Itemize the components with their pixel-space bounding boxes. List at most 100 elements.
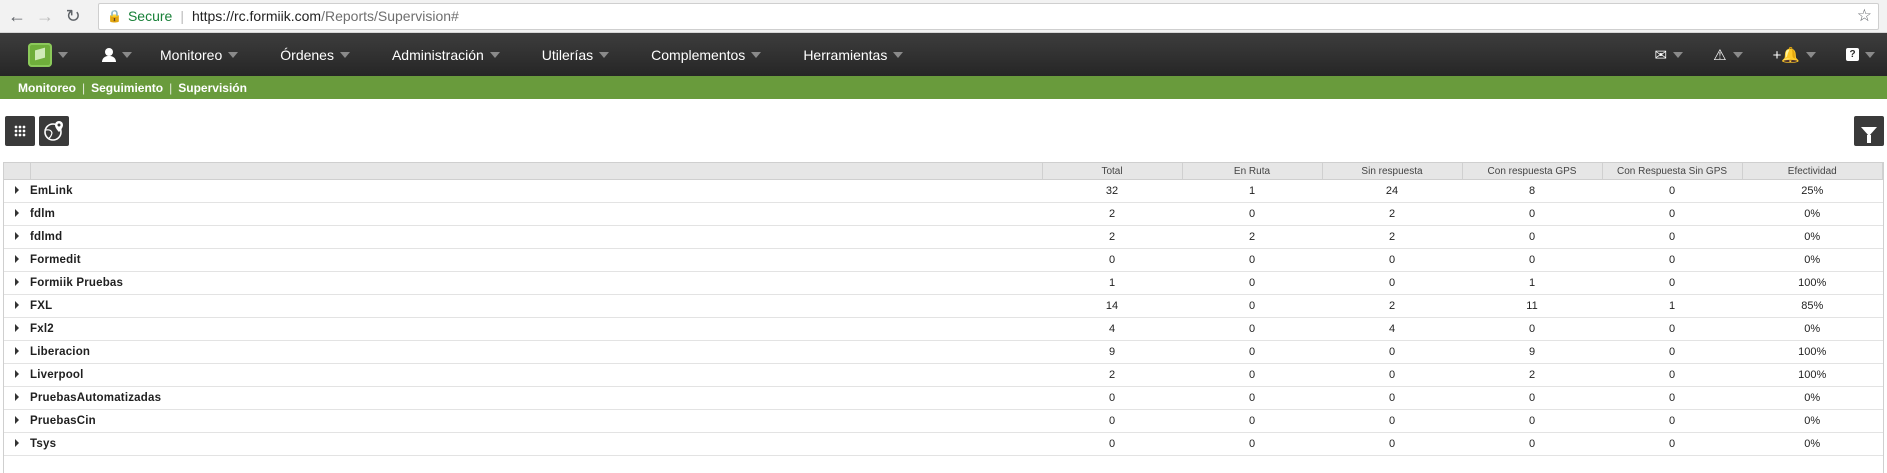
expand-icon bbox=[15, 393, 19, 401]
supervision-table: Total En Ruta Sin respuesta Con respuest… bbox=[3, 162, 1884, 473]
menu-item-monitoreo[interactable]: Monitoreo bbox=[160, 47, 239, 63]
url-path: /Reports/Supervision# bbox=[321, 8, 459, 24]
expand-toggle[interactable] bbox=[4, 432, 30, 456]
table-row[interactable]: Liberacion 9 0 0 9 0 100% bbox=[4, 340, 1883, 364]
expand-toggle[interactable] bbox=[4, 271, 30, 295]
cell-sin-respuesta: 0 bbox=[1322, 271, 1462, 295]
cell-sin-respuesta: 24 bbox=[1322, 179, 1462, 203]
chevron-down-icon bbox=[599, 51, 610, 58]
cell-efectividad: 0% bbox=[1742, 317, 1883, 341]
forward-icon[interactable]: → bbox=[34, 5, 56, 27]
menu-item-complementos[interactable]: Complementos bbox=[651, 47, 762, 63]
notifications-button[interactable]: +🔔 bbox=[1773, 46, 1816, 64]
help-icon: ? bbox=[1846, 48, 1859, 61]
cell-con-respuesta-sin-gps: 0 bbox=[1602, 409, 1742, 433]
table-row[interactable]: FXL 14 0 2 11 1 85% bbox=[4, 294, 1883, 318]
filter-icon bbox=[1861, 126, 1877, 143]
alerts-button[interactable]: ⚠ bbox=[1713, 46, 1743, 64]
expand-toggle[interactable] bbox=[4, 340, 30, 364]
expand-icon bbox=[15, 232, 19, 240]
address-bar[interactable]: 🔒 Secure | https://rc.formiik.com/Report… bbox=[98, 2, 1879, 30]
cell-con-respuesta-gps: 0 bbox=[1462, 386, 1602, 410]
cell-con-respuesta-sin-gps: 0 bbox=[1602, 271, 1742, 295]
expand-toggle[interactable] bbox=[4, 386, 30, 410]
user-menu[interactable] bbox=[102, 47, 132, 62]
breadcrumb-separator: | bbox=[169, 80, 173, 95]
breadcrumb-item-supervision[interactable]: Supervisión bbox=[172, 81, 253, 95]
expand-toggle[interactable] bbox=[4, 225, 30, 249]
cell-con-respuesta-gps: 8 bbox=[1462, 179, 1602, 203]
menu-item-administracion[interactable]: Administración bbox=[392, 47, 500, 63]
chevron-down-icon bbox=[489, 51, 500, 58]
mail-button[interactable]: ✉ bbox=[1655, 46, 1684, 64]
header-efectividad[interactable]: Efectividad bbox=[1742, 163, 1883, 180]
menu-item-utilerias[interactable]: Utilerías bbox=[542, 47, 610, 63]
main-menu: Monitoreo Órdenes Administración Utilerí… bbox=[160, 47, 945, 63]
table-row[interactable]: Formedit 0 0 0 0 0 0% bbox=[4, 248, 1883, 272]
expand-toggle[interactable] bbox=[4, 363, 30, 387]
cell-sin-respuesta: 0 bbox=[1322, 432, 1462, 456]
table-row[interactable]: PruebasCin 0 0 0 0 0 0% bbox=[4, 409, 1883, 433]
breadcrumb-item-seguimiento[interactable]: Seguimiento bbox=[85, 81, 169, 95]
cell-total: 0 bbox=[1042, 386, 1182, 410]
cell-en-ruta: 2 bbox=[1182, 225, 1322, 249]
cell-efectividad: 0% bbox=[1742, 432, 1883, 456]
expand-toggle[interactable] bbox=[4, 202, 30, 226]
star-icon[interactable]: ☆ bbox=[1857, 6, 1872, 26]
cell-sin-respuesta: 2 bbox=[1322, 202, 1462, 226]
cell-en-ruta: 0 bbox=[1182, 432, 1322, 456]
cell-total: 2 bbox=[1042, 202, 1182, 226]
menu-item-label: Órdenes bbox=[280, 46, 334, 63]
table-row[interactable]: fdlmd 2 2 2 0 0 0% bbox=[4, 225, 1883, 249]
row-name: fdlmd bbox=[30, 225, 1042, 249]
table-row[interactable]: Formiik Pruebas 1 0 0 1 0 100% bbox=[4, 271, 1883, 295]
cell-con-respuesta-sin-gps: 0 bbox=[1602, 363, 1742, 387]
table-row[interactable]: Fxl2 4 0 4 0 0 0% bbox=[4, 317, 1883, 341]
logo-menu[interactable] bbox=[0, 42, 68, 67]
cell-con-respuesta-gps: 0 bbox=[1462, 248, 1602, 272]
chevron-down-icon bbox=[1865, 51, 1875, 58]
filter-button[interactable] bbox=[1854, 116, 1884, 146]
cell-con-respuesta-gps: 11 bbox=[1462, 294, 1602, 318]
table-row[interactable]: fdlm 2 0 2 0 0 0% bbox=[4, 202, 1883, 226]
back-icon[interactable]: ← bbox=[6, 5, 28, 27]
table-row[interactable]: Liverpool 2 0 0 2 0 100% bbox=[4, 363, 1883, 387]
map-view-button[interactable] bbox=[39, 116, 69, 146]
table-row[interactable]: Tsys 0 0 0 0 0 0% bbox=[4, 432, 1883, 456]
reload-icon[interactable]: ↻ bbox=[62, 5, 84, 27]
header-con-respuesta-sin-gps[interactable]: Con Respuesta Sin GPS bbox=[1602, 163, 1743, 180]
cell-con-respuesta-gps: 1 bbox=[1462, 271, 1602, 295]
cell-con-respuesta-sin-gps: 0 bbox=[1602, 386, 1742, 410]
expand-toggle[interactable] bbox=[4, 248, 30, 272]
cell-efectividad: 100% bbox=[1742, 340, 1883, 364]
menu-item-ordenes[interactable]: Órdenes bbox=[280, 47, 350, 63]
expand-toggle[interactable] bbox=[4, 317, 30, 341]
header-sin-respuesta[interactable]: Sin respuesta bbox=[1322, 163, 1463, 180]
chevron-down-icon bbox=[1732, 51, 1743, 58]
chevron-down-icon bbox=[893, 51, 904, 58]
expand-icon bbox=[15, 301, 19, 309]
cell-con-respuesta-gps: 2 bbox=[1462, 363, 1602, 387]
cell-total: 2 bbox=[1042, 225, 1182, 249]
cell-con-respuesta-sin-gps: 0 bbox=[1602, 225, 1742, 249]
cell-en-ruta: 0 bbox=[1182, 340, 1322, 364]
header-con-respuesta-gps[interactable]: Con respuesta GPS bbox=[1462, 163, 1603, 180]
cell-total: 14 bbox=[1042, 294, 1182, 318]
help-button[interactable]: ? bbox=[1846, 48, 1875, 61]
breadcrumb-item-monitoreo[interactable]: Monitoreo bbox=[0, 81, 82, 95]
header-en-ruta[interactable]: En Ruta bbox=[1182, 163, 1323, 180]
cell-total: 0 bbox=[1042, 409, 1182, 433]
expand-toggle[interactable] bbox=[4, 179, 30, 203]
table-row[interactable]: PruebasAutomatizadas 0 0 0 0 0 0% bbox=[4, 386, 1883, 410]
grid-view-button[interactable] bbox=[5, 116, 35, 146]
logo-icon[interactable] bbox=[28, 42, 52, 67]
expand-toggle[interactable] bbox=[4, 294, 30, 318]
app-navbar: Monitoreo Órdenes Administración Utilerí… bbox=[0, 33, 1887, 76]
cell-sin-respuesta: 0 bbox=[1322, 386, 1462, 410]
cell-en-ruta: 0 bbox=[1182, 271, 1322, 295]
table-row[interactable]: EmLink 32 1 24 8 0 25% bbox=[4, 179, 1883, 203]
expand-toggle[interactable] bbox=[4, 409, 30, 433]
header-total[interactable]: Total bbox=[1042, 163, 1183, 180]
row-name: Formedit bbox=[30, 248, 1042, 272]
menu-item-herramientas[interactable]: Herramientas bbox=[803, 47, 904, 63]
